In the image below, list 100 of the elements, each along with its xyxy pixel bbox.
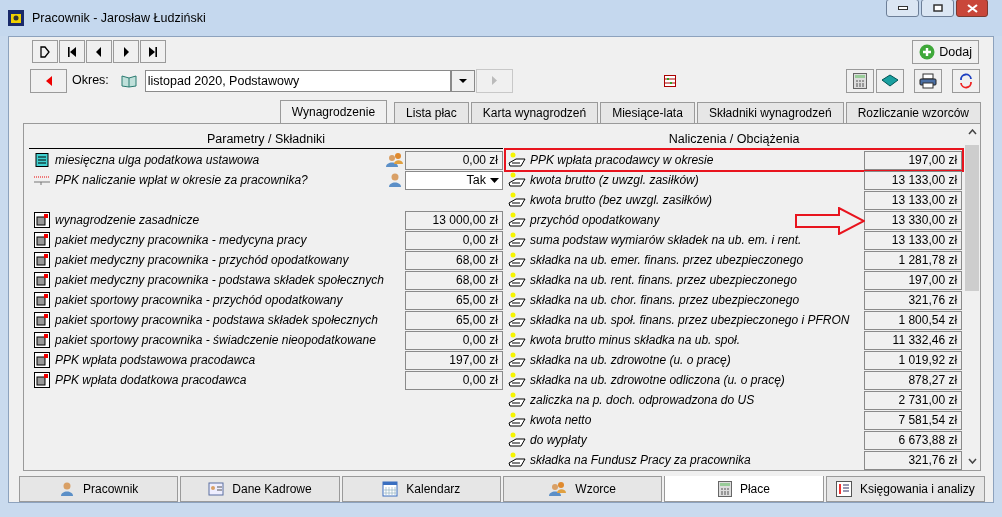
value-field[interactable]: 321,76 zł [864, 290, 963, 310]
value-field[interactable]: 2 731,00 zł [864, 390, 963, 410]
hand-coin-icon [508, 452, 528, 468]
value-field[interactable]: 197,00 zł [864, 270, 963, 290]
print-button[interactable] [914, 68, 942, 93]
value-field[interactable]: 1 281,78 zł [864, 250, 963, 270]
parameter-label: miesięczna ulga podatkowa ustawowa [55, 152, 260, 169]
nav-button[interactable] [140, 40, 166, 63]
minimize-button[interactable] [886, 0, 919, 17]
value-field[interactable]: 65,00 zł [405, 290, 503, 310]
chart-list-icon [835, 481, 852, 497]
refresh-button[interactable] [952, 68, 980, 93]
minimize-icon [897, 6, 908, 10]
value-field[interactable]: 65,00 zł [405, 310, 503, 330]
component-icon [34, 372, 50, 388]
charge-label: składka na Fundusz Pracy za pracownika [530, 452, 751, 469]
person-icon [59, 481, 75, 497]
charge-label: składka na ub. rent. finans. przez ubezpieczonego [530, 272, 797, 289]
bottom-tab[interactable]: Księgowania i analizy [825, 476, 985, 502]
value-field[interactable]: 0,00 zł [405, 150, 503, 170]
component-icon [34, 252, 50, 268]
value-field[interactable]: 1 019,92 zł [864, 350, 963, 370]
nav-button[interactable] [86, 40, 112, 63]
bottom-tab[interactable]: Wzorce [503, 476, 663, 502]
tab[interactable]: Rozliczanie wzorców [845, 102, 981, 123]
component-icon [34, 312, 50, 328]
tab[interactable]: Lista płac [394, 102, 469, 123]
value-field[interactable]: 13 133,00 zł [864, 230, 963, 250]
choice-dropdown[interactable]: Tak [405, 170, 503, 190]
parameter-label: PPK wpłata dodatkowa pracodawca [55, 372, 247, 389]
charge-label: składka na ub. społ. finans. przez ubezpieczonego i PFRON [530, 312, 850, 329]
tab[interactable]: Miesiące-lata [600, 102, 695, 123]
close-button[interactable] [956, 0, 988, 17]
value-field[interactable]: 6 673,88 zł [864, 430, 963, 450]
component-icon [34, 292, 50, 308]
tab[interactable]: Wynagrodzenie [279, 100, 388, 123]
value-field[interactable]: 7 581,54 zł [864, 410, 963, 430]
charge-label: kwota netto [530, 412, 592, 429]
value-field[interactable]: 878,27 zł [864, 370, 963, 390]
parameter-label: pakiet medyczny pracownika - podstawa składek społecznych [55, 272, 384, 289]
hand-coin-icon [508, 412, 528, 428]
component-icon [34, 272, 50, 288]
parameters-heading: Parametry / Składniki [29, 130, 503, 149]
value-field[interactable]: 321,76 zł [864, 450, 963, 470]
book-button[interactable] [876, 68, 904, 93]
parameter-label: PPK wpłata podstawowa pracodawca [55, 352, 256, 369]
charges-heading: Naliczenia / Obciążenia [506, 130, 963, 149]
dropdown-button[interactable] [450, 69, 475, 92]
hand-coin-icon [508, 392, 528, 408]
value-field[interactable]: 0,00 zł [405, 330, 503, 350]
charge-label: zaliczka na p. doch. odprowadzona do US [530, 392, 755, 409]
tab[interactable]: Składniki wynagrodzeń [696, 102, 844, 123]
value-field[interactable]: 197,00 zł [864, 150, 963, 170]
bottom-tab[interactable]: Dane Kadrowe [180, 476, 340, 502]
hand-coin-icon [508, 232, 528, 248]
bottom-tab[interactable]: Pracownik [19, 476, 179, 502]
value-field[interactable]: 1 800,54 zł [864, 310, 963, 330]
maximize-icon [932, 4, 943, 12]
calculator-button[interactable] [846, 68, 874, 93]
value-field[interactable]: 13 330,00 zł [864, 210, 963, 230]
charge-label: kwota brutto (z uwzgl. zasiłków) [530, 172, 699, 189]
parameter-label: wynagrodzenie zasadnicze [55, 212, 200, 229]
value-field[interactable]: 68,00 zł [405, 270, 503, 290]
add-button[interactable]: Dodaj [912, 40, 979, 64]
component-icon [34, 352, 50, 368]
parameter-label: PPK naliczanie wpłat w okresie za pracownika? [55, 172, 308, 189]
nav-button[interactable] [113, 40, 139, 63]
id-card-icon [208, 481, 225, 497]
maximize-button[interactable] [921, 0, 954, 17]
value-field[interactable]: 13 133,00 zł [864, 190, 963, 210]
parameter-label: pakiet medyczny pracownika - medycyna pracy [55, 232, 307, 249]
bottom-tab[interactable]: Kalendarz [341, 476, 501, 502]
scrollbar-thumb[interactable] [965, 145, 980, 291]
value-field[interactable]: 11 332,46 zł [864, 330, 963, 350]
people-icon [386, 152, 404, 168]
charge-label: do wypłaty [530, 432, 587, 449]
nav-button[interactable] [59, 40, 85, 63]
tab[interactable]: Karta wynagrodzeń [470, 102, 599, 123]
charge-label: składka na ub. zdrowotne odliczona (u. o pracę) [530, 372, 785, 389]
hand-coin-icon [508, 172, 528, 188]
value-field[interactable]: 13 000,00 zł [405, 210, 503, 230]
value-field[interactable]: 197,00 zł [405, 350, 503, 370]
calendar-icon [382, 481, 399, 497]
component-icon [34, 232, 50, 248]
nav-button[interactable] [32, 40, 58, 63]
charge-label: przychód opodatkowany [530, 212, 660, 229]
hand-coin-icon [508, 332, 528, 348]
scroll-down-icon [967, 458, 977, 464]
close-icon [966, 3, 978, 13]
back-button[interactable] [30, 68, 67, 93]
value-field[interactable]: 68,00 zł [405, 250, 503, 270]
bottom-tab[interactable]: Płace [664, 476, 824, 502]
charge-label: składka na ub. zdrowotne (u. o pracę) [530, 352, 731, 369]
hand-coin-icon [508, 272, 528, 288]
period-field[interactable]: listopad 2020, Podstawowy [144, 69, 451, 92]
value-field[interactable]: 0,00 zł [405, 370, 503, 390]
calculator-icon [717, 480, 732, 497]
parameter-label: pakiet sportowy pracownika - świadczenie nieopodatkowane [55, 332, 376, 349]
value-field[interactable]: 0,00 zł [405, 230, 503, 250]
hand-coin-icon [508, 432, 528, 448]
